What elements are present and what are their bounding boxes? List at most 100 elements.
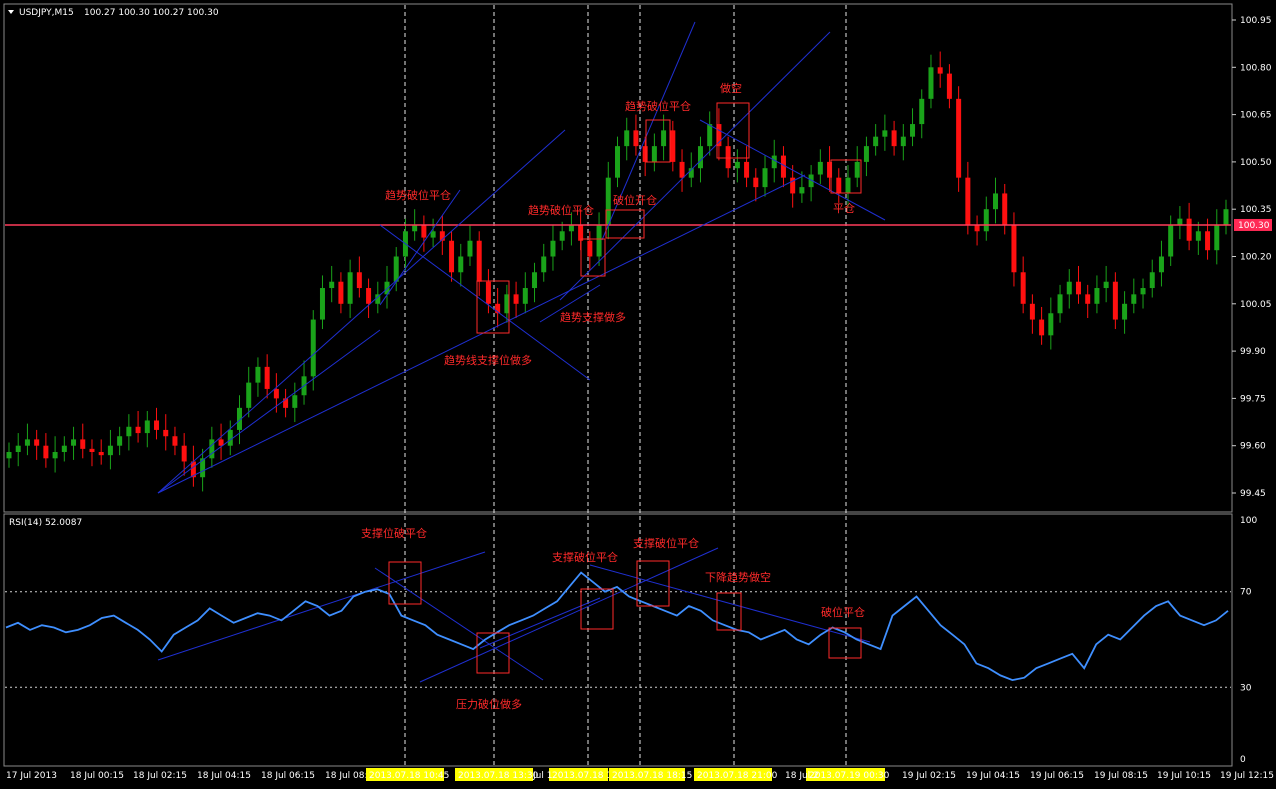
price-trendline	[379, 189, 461, 306]
rsi-annotation: 支撑位破平仓	[361, 526, 427, 540]
candle-body	[34, 439, 40, 446]
candle-body	[744, 161, 750, 178]
candle-body	[1011, 224, 1017, 273]
time-label: 19 Jul 12:15	[1220, 771, 1274, 781]
candle-body	[1214, 224, 1220, 251]
candle-body	[919, 98, 925, 125]
candle-body	[799, 187, 805, 194]
current-price-label: 100.30	[1238, 221, 1270, 231]
candle-body	[679, 161, 685, 178]
price-annotation: 趋势破位平仓	[385, 188, 451, 202]
time-highlight-label: 2013.07.18 1	[552, 771, 612, 781]
candle-body	[218, 439, 224, 446]
candle-body	[246, 382, 252, 408]
candle-body	[762, 168, 768, 188]
candle-body	[430, 231, 436, 238]
candle-body	[780, 155, 786, 178]
price-tick-label: 100.05	[1240, 300, 1272, 310]
rsi-annotation: 支撑破位平仓	[552, 550, 618, 564]
annotation-box	[476, 280, 510, 334]
candle-body	[107, 445, 113, 456]
rsi-line	[5, 571, 1229, 682]
candle-body	[937, 67, 943, 74]
time-label: 19 Jul 04:15	[966, 771, 1020, 781]
candle-body	[1075, 281, 1081, 295]
candle-body	[550, 240, 556, 257]
price-annotation: 趋势线支撑位做多	[444, 353, 532, 367]
time-label: 18 Jul 06:15	[261, 771, 315, 781]
price-annotation: 趋势支撑做多	[560, 310, 626, 324]
candle-body	[126, 426, 132, 437]
candle-body	[1131, 294, 1137, 304]
candle-body	[993, 193, 999, 210]
price-annotation: 趋势破位平仓	[625, 99, 691, 113]
price-tick-label: 100.35	[1240, 205, 1272, 215]
price-panel-frame	[3, 3, 1233, 513]
candle-body	[1094, 288, 1100, 304]
price-trendline	[559, 31, 831, 301]
candle-body	[181, 445, 187, 462]
candle-body	[135, 426, 141, 434]
candle-body	[366, 288, 372, 304]
time-highlight-label: 2013.07.18 18:15	[612, 771, 692, 781]
mt4-chart-window[interactable]: 趋势破位平仓 趋势线支撑位做多 趋势破位平仓 趋势支撑做多 破位开仓 趋势破位平仓 做空 平仓…	[0, 0, 1276, 785]
rsi-annotation: 下降趋势做空	[705, 570, 771, 584]
rsi-indicator-label: RSI(14) 52.0087	[9, 518, 82, 528]
price-trendline	[157, 129, 566, 494]
annotation-box	[716, 102, 750, 159]
price-annotation: 趋势破位平仓	[528, 203, 594, 217]
candle-body	[421, 224, 427, 238]
candle-body	[882, 130, 888, 137]
candle-body	[154, 420, 160, 430]
candle-body	[458, 256, 464, 273]
candle-body	[532, 272, 538, 289]
candle-body	[1002, 193, 1008, 225]
candle-body	[98, 452, 104, 456]
time-label: 19 Jul 02:15	[902, 771, 956, 781]
candle-body	[172, 436, 178, 446]
candle-body	[347, 272, 353, 304]
candle-body	[596, 224, 602, 257]
time-label: 19 Jul 06:15	[1030, 771, 1084, 781]
time-label: 18 Jul 08:	[325, 771, 368, 781]
candle-body	[578, 224, 584, 241]
time-highlight-label: 2013.07.19 00:30	[809, 771, 890, 781]
price-annotation: 破位开仓	[613, 193, 657, 207]
annotation-box	[636, 560, 670, 607]
time-label: 17 Jul 2013	[6, 771, 57, 781]
candle-body	[974, 224, 980, 232]
rsi-trendline	[479, 597, 601, 649]
candle-body	[836, 177, 842, 194]
price-tick-label: 100.20	[1240, 253, 1272, 263]
price-trendline	[157, 329, 381, 494]
candle-body	[52, 452, 58, 459]
candle-body	[541, 256, 547, 273]
candle-body	[891, 130, 897, 147]
price-tick-label: 99.90	[1240, 347, 1266, 357]
candle-body	[1085, 294, 1091, 304]
candle-body	[910, 124, 916, 137]
candle-body	[264, 366, 270, 389]
symbol-dropdown-icon[interactable]	[8, 10, 14, 14]
symbol-label: USDJPY,M15	[19, 8, 74, 18]
price-tick-label: 99.75	[1240, 394, 1266, 404]
time-label-fragment: 18 Jul 2	[785, 771, 819, 781]
time-highlight-label: 2013.07.18 13:30	[458, 771, 539, 781]
candle-body	[1048, 313, 1054, 336]
chart-canvas[interactable]: 趋势破位平仓趋势线支撑位做多趋势破位平仓趋势支撑做多破位开仓趋势破位平仓做空平仓…	[0, 0, 1276, 785]
annotation-box	[645, 119, 671, 163]
candle-body	[227, 429, 233, 446]
candle-body	[1112, 281, 1118, 320]
candle-body	[1158, 256, 1164, 273]
candle-body	[707, 124, 713, 147]
rsi-trendline	[374, 567, 544, 681]
candle-body	[255, 366, 261, 383]
candle-body	[1205, 231, 1211, 251]
price-tick-label: 100.80	[1240, 63, 1272, 73]
candle-body	[412, 224, 418, 232]
candle-body	[661, 130, 667, 147]
candle-body	[670, 130, 676, 162]
candle-body	[615, 146, 620, 178]
candle-body	[568, 224, 574, 232]
candle-body	[24, 439, 30, 446]
